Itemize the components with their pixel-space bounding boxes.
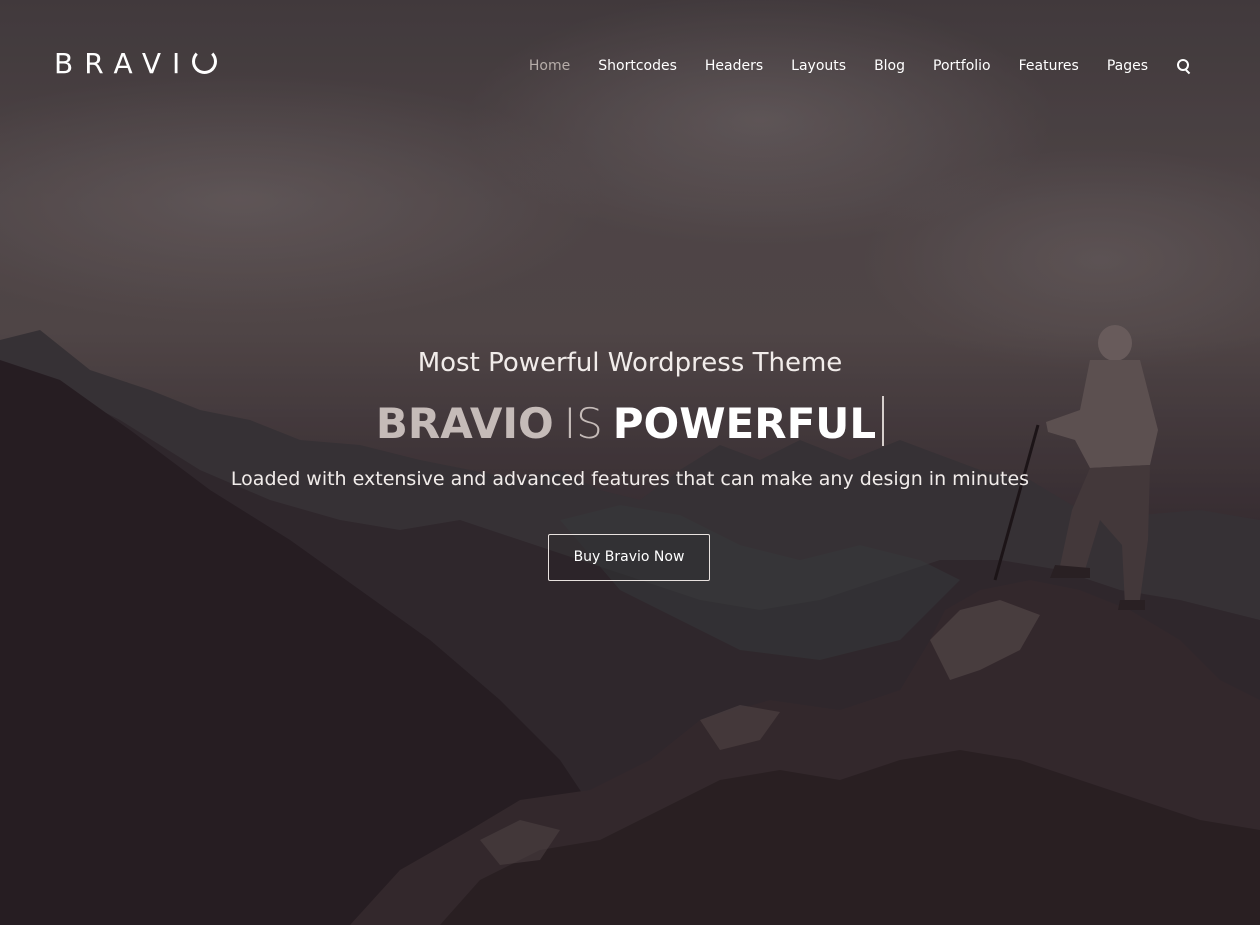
headline-is: IS — [563, 399, 603, 448]
buy-now-button[interactable]: Buy Bravio Now — [548, 534, 710, 581]
hero-subtitle: Most Powerful Wordpress Theme — [417, 348, 843, 378]
search-icon[interactable] — [1176, 58, 1192, 74]
hero-background — [0, 0, 1260, 925]
headline-rotating-word: POWERFUL — [612, 399, 877, 448]
logo-o-ring-icon — [192, 49, 218, 74]
hero-overlay — [0, 0, 1260, 925]
main-navigation: Home Shortcodes Headers Layouts Blog Por… — [501, 57, 1192, 75]
hero-tagline: Loaded with extensive and advanced featu… — [230, 468, 1030, 490]
nav-item-home[interactable]: Home — [529, 57, 570, 75]
nav-item-features[interactable]: Features — [1019, 57, 1079, 75]
nav-item-shortcodes[interactable]: Shortcodes — [598, 57, 677, 75]
nav-item-portfolio[interactable]: Portfolio — [933, 57, 991, 75]
headline-brand: BRAVIO — [375, 399, 554, 448]
hero-headline: BRAVIO IS POWERFUL — [0, 396, 1260, 451]
site-logo[interactable]: BRAVI — [54, 47, 218, 80]
nav-item-blog[interactable]: Blog — [874, 57, 905, 75]
typing-cursor — [882, 396, 885, 446]
nav-item-layouts[interactable]: Layouts — [791, 57, 846, 75]
nav-item-headers[interactable]: Headers — [705, 57, 763, 75]
nav-item-pages[interactable]: Pages — [1107, 57, 1148, 75]
logo-text: BRAVI — [54, 47, 192, 80]
